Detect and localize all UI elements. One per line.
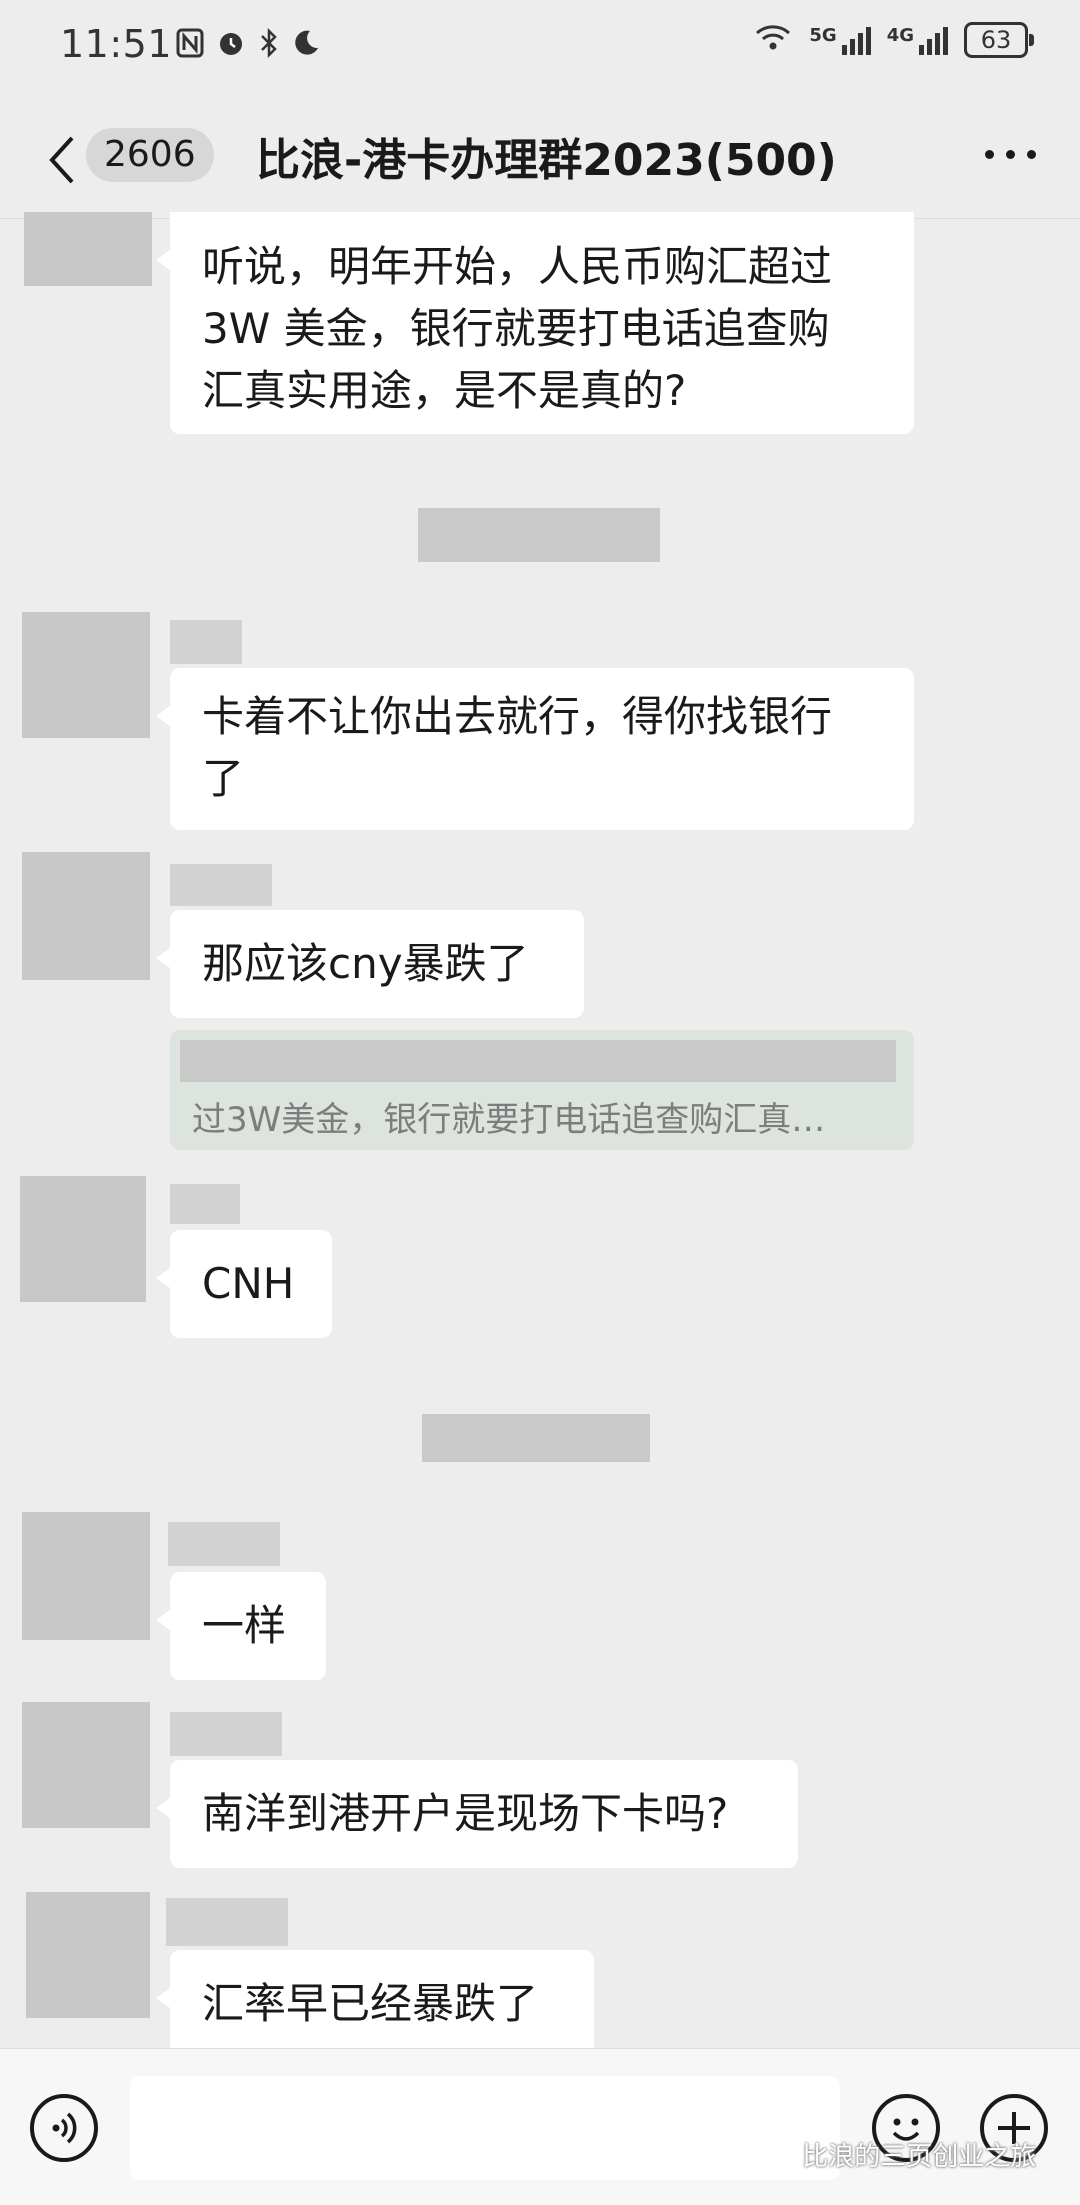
system-timestamp [418, 508, 660, 562]
back-chevron-icon[interactable] [42, 130, 82, 190]
quoted-text: 过3W美金，银行就要打电话追查购汇真… [192, 1100, 826, 1140]
message-text: 汇率早已经暴跌了 [202, 1979, 539, 2028]
message-text: 一样 [202, 1601, 287, 1650]
message-text: 卡着不让你出去就行，得你找银行 [202, 692, 833, 741]
watermark: 比浪的三页创业之旅 [760, 2136, 1036, 2173]
watermark-text: 比浪的三页创业之旅 [802, 2142, 1037, 2172]
avatar[interactable] [20, 1176, 146, 1302]
avatar[interactable] [22, 1512, 150, 1640]
message-bubble[interactable]: 汇率早已经暴跌了 [156, 1950, 594, 2058]
message-text: 了 [202, 754, 245, 803]
avatar[interactable] [22, 612, 150, 738]
battery-icon: 63 [964, 22, 1034, 58]
message-text: 3W 美金，银行就要打电话追查购 [202, 304, 830, 353]
sender-name [170, 1712, 282, 1756]
nfc-icon [176, 28, 204, 66]
status-time: 11:51 [60, 22, 173, 66]
avatar[interactable] [22, 1702, 150, 1828]
message-text: 听说，明年开始，人民币购汇超过 [202, 242, 833, 291]
signal-icon: 4G [887, 25, 948, 55]
sender-name [168, 1522, 280, 1566]
message-bubble[interactable]: 卡着不让你出去就行，得你找银行 了 [156, 668, 914, 830]
message-bubble[interactable]: 听说，明年开始，人民币购汇超过 3W 美金，银行就要打电话追查购 汇真实用途，是… [156, 212, 914, 434]
message-text: 南洋到港开户是现场下卡吗? [202, 1789, 729, 1838]
message-text: 汇真实用途，是不是真的? [202, 366, 687, 415]
message-input[interactable] [130, 2076, 840, 2180]
status-right-icons: 5G 4G 63 [753, 22, 1034, 58]
avatar[interactable] [24, 212, 152, 286]
message-text: 那应该cny暴跌了 [202, 939, 529, 988]
signal-4g-label: 4G [886, 25, 914, 46]
more-icon[interactable] [985, 150, 1036, 159]
quoted-message[interactable]: 过3W美金，银行就要打电话追查购汇真… [170, 1030, 914, 1150]
signal-5g-label: 5G [809, 25, 837, 46]
unread-count-badge[interactable]: 2606 [86, 128, 214, 182]
message-text: CNH [202, 1259, 295, 1308]
wechat-icon [760, 2142, 802, 2172]
sender-name [166, 1898, 288, 1946]
sender-name [170, 1184, 240, 1224]
avatar[interactable] [26, 1892, 150, 2018]
sender-name [170, 864, 272, 906]
bluetooth-icon [258, 27, 280, 66]
voice-icon[interactable] [30, 2094, 98, 2162]
signal-icon: 5G [809, 25, 871, 55]
chat-title: 比浪-港卡办理群2023(500) [256, 135, 837, 186]
quoted-sender-redacted [180, 1040, 896, 1082]
moon-icon [292, 28, 320, 66]
sender-name [170, 620, 242, 664]
alarm-icon [216, 28, 246, 66]
system-timestamp [422, 1414, 650, 1462]
message-bubble[interactable]: CNH [156, 1230, 332, 1338]
wifi-icon [753, 22, 793, 58]
message-bubble[interactable]: 那应该cny暴跌了 [156, 910, 584, 1018]
message-bubble[interactable]: 南洋到港开户是现场下卡吗? [156, 1760, 798, 1868]
message-bubble[interactable]: 一样 [156, 1572, 326, 1680]
status-left-icons [176, 27, 320, 66]
avatar[interactable] [22, 852, 150, 980]
